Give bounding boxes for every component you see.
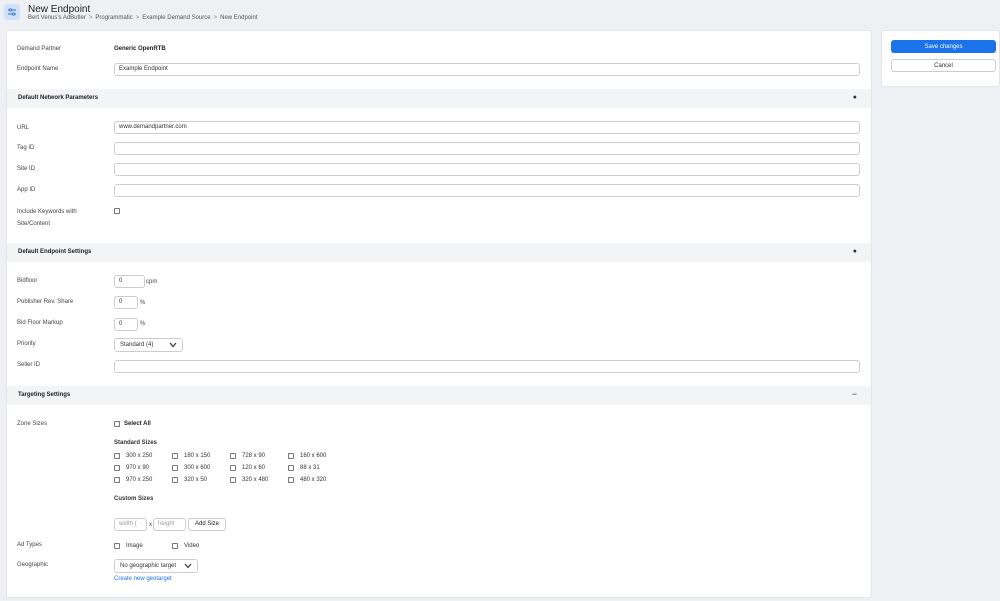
collapse-minus-icon[interactable]: −	[852, 389, 857, 399]
keywords-label-line1: Include Keywords with	[17, 209, 77, 215]
custom-height-input[interactable]: height	[153, 518, 186, 531]
demand-partner-label: Demand Partner	[17, 46, 62, 52]
section-title: Targeting Settings	[18, 392, 71, 398]
ad-type-checkbox[interactable]	[172, 543, 178, 549]
size-checkbox[interactable]	[114, 477, 120, 483]
section-title: Default Endpoint Settings	[18, 249, 92, 255]
keywords-checkbox[interactable]	[114, 208, 120, 214]
endpoint-form-card: Demand Partner Generic OpenRTB Endpoint …	[6, 30, 872, 598]
size-x-separator: x	[149, 522, 152, 528]
breadcrumb: Bert Venus's AdButler > Programmatic > E…	[28, 15, 257, 21]
size-checkbox[interactable]	[172, 453, 178, 459]
size-option[interactable]: 728 x 90	[230, 453, 265, 459]
demand-partner-value: Generic OpenRTB	[114, 46, 166, 52]
geographic-select[interactable]: No geographic target	[114, 559, 198, 573]
tag-id-field[interactable]	[114, 142, 860, 155]
size-option[interactable]: 970 x 250	[114, 477, 152, 483]
site-id-field[interactable]	[114, 163, 860, 176]
keywords-label-line2: Site/Content	[17, 221, 51, 227]
breadcrumb-item[interactable]: Programmatic	[95, 15, 132, 21]
size-checkbox[interactable]	[288, 453, 294, 459]
breadcrumb-item[interactable]: Bert Venus's AdButler	[28, 15, 86, 21]
url-field[interactable]: www.demandpartner.com	[114, 121, 860, 134]
size-option[interactable]: 300 x 250	[114, 453, 152, 459]
add-size-button[interactable]: Add Size	[188, 518, 226, 531]
zone-sizes-label: Zone Sizes	[17, 421, 48, 427]
create-geotarget-link[interactable]: Create new geotarget	[114, 576, 172, 582]
network-section-header[interactable]: Default Network Parameters ●	[7, 89, 871, 108]
ad-types-label: Ad Types	[17, 542, 42, 548]
rev-share-unit: %	[140, 300, 146, 306]
size-option[interactable]: 180 x 150	[172, 453, 210, 459]
save-changes-button[interactable]: Save changes	[891, 40, 996, 53]
chevron-down-icon	[169, 342, 177, 348]
select-all-label: Select All	[124, 421, 151, 427]
seller-id-label: Seller ID	[17, 362, 41, 368]
app-id-field[interactable]	[114, 184, 860, 197]
seller-id-field[interactable]	[114, 360, 860, 373]
size-option[interactable]: 300 x 600	[172, 465, 210, 471]
markup-label: Bid Floor Markup	[17, 320, 63, 326]
breadcrumb-item-current: New Endpoint	[220, 15, 258, 21]
size-option[interactable]: 320 x 50	[172, 477, 207, 483]
priority-label: Priority	[17, 341, 36, 347]
bidfloor-input[interactable]: 0	[114, 275, 145, 288]
custom-width-input[interactable]: width (	[114, 518, 147, 531]
geographic-label: Geographic	[17, 562, 49, 568]
size-checkbox[interactable]	[230, 465, 236, 471]
rev-share-input[interactable]: 0	[114, 296, 138, 309]
page-header: New Endpoint Bert Venus's AdButler > Pro…	[0, 0, 1000, 30]
section-title: Default Network Parameters	[18, 95, 99, 101]
size-checkbox[interactable]	[230, 477, 236, 483]
select-all-checkbox[interactable]	[114, 421, 120, 427]
breadcrumb-item[interactable]: Example Demand Source	[142, 15, 210, 21]
geographic-value: No geographic target	[120, 563, 177, 569]
breadcrumb-separator: >	[135, 15, 140, 21]
size-checkbox[interactable]	[230, 453, 236, 459]
size-checkbox[interactable]	[172, 465, 178, 471]
custom-sizes-heading: Custom Sizes	[114, 496, 154, 502]
actions-card: Save changes Cancel	[881, 30, 1000, 87]
ad-type-image-option[interactable]: Image	[114, 543, 143, 549]
size-option[interactable]: 120 x 60	[230, 465, 265, 471]
size-checkbox[interactable]	[114, 465, 120, 471]
endpoint-section-header[interactable]: Default Endpoint Settings ●	[7, 243, 871, 262]
collapse-dot-icon[interactable]: ●	[853, 94, 857, 101]
ad-type-video-option[interactable]: Video	[172, 543, 199, 549]
cancel-button[interactable]: Cancel	[891, 59, 996, 72]
size-checkbox[interactable]	[114, 453, 120, 459]
site-id-label: Site ID	[17, 166, 36, 172]
standard-sizes-heading: Standard Sizes	[114, 440, 158, 446]
size-checkbox[interactable]	[172, 477, 178, 483]
breadcrumb-separator: >	[213, 15, 218, 21]
priority-select[interactable]: Standard (4)	[114, 338, 183, 352]
size-option[interactable]: 480 x 320	[288, 477, 326, 483]
size-option[interactable]: 88 x 31	[288, 465, 320, 471]
rev-share-label: Publisher Rev. Share	[17, 299, 74, 305]
page-title: New Endpoint	[28, 4, 91, 15]
endpoint-name-label: Endpoint Name	[17, 66, 59, 72]
bidfloor-unit: cpm	[146, 279, 158, 285]
size-checkbox[interactable]	[288, 477, 294, 483]
priority-value: Standard (4)	[120, 342, 154, 348]
bidfloor-label: Bidfloor	[17, 278, 38, 284]
endpoint-name-field[interactable]: Example Endpoint	[114, 63, 860, 76]
size-option[interactable]: 320 x 480	[230, 477, 268, 483]
size-option[interactable]: 160 x 600	[288, 453, 326, 459]
breadcrumb-separator: >	[88, 15, 93, 21]
ad-type-checkbox[interactable]	[114, 543, 120, 549]
size-checkbox[interactable]	[288, 465, 294, 471]
sliders-icon	[4, 4, 20, 20]
size-option[interactable]: 970 x 90	[114, 465, 149, 471]
app-id-label: App ID	[17, 187, 36, 193]
url-label: URL	[17, 125, 30, 131]
targeting-section-header[interactable]: Targeting Settings −	[7, 386, 871, 405]
markup-input[interactable]: 0	[114, 318, 138, 331]
collapse-dot-icon[interactable]: ●	[853, 248, 857, 255]
chevron-down-icon	[184, 563, 192, 569]
tag-id-label: Tag ID	[17, 145, 35, 151]
markup-unit: %	[140, 321, 146, 327]
